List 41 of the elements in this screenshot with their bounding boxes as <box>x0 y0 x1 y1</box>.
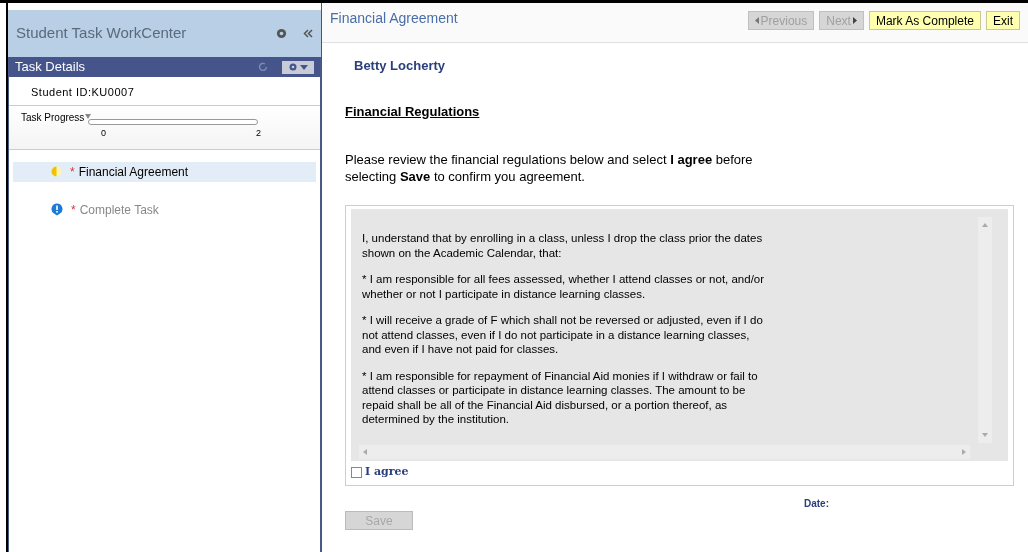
instructions-text: Please review the financial regulations below and select I agree before selecting Save to confirm you agreement. <box>345 151 754 185</box>
agreement-paragraph: I, understand that by enrolling in a class, unless I drop the class prior the dates shown on the Academic Calendar, that: <box>362 231 764 260</box>
agreement-paragraph: * I will receive a grade of F which shall not be reversed or adjusted, even if I do not attend classes, even if I do not participate in a distance learning classes, and even if I have not paid for classes. <box>362 313 764 357</box>
scroll-left-icon <box>363 449 367 455</box>
info-bubble-icon <box>51 203 63 216</box>
section-heading: Financial Regulations <box>345 102 480 121</box>
agree-checkbox[interactable] <box>351 466 362 478</box>
student-id: Student ID:KU0007 <box>31 86 135 98</box>
right-triangle-icon <box>852 17 857 24</box>
actions-menu-button[interactable] <box>282 60 314 74</box>
task-label: Financial Agreement <box>78 163 189 181</box>
progress-min: 0 <box>101 127 106 140</box>
section-title: Task Details <box>15 58 87 77</box>
left-triangle-icon <box>754 17 759 24</box>
page-title: Financial Agreement <box>330 9 459 28</box>
horizontal-scrollbar[interactable] <box>359 445 970 459</box>
gear-icon <box>288 63 297 71</box>
required-mark: * <box>70 163 75 181</box>
scroll-down-icon <box>982 433 988 437</box>
caret-icon <box>299 64 308 70</box>
required-mark: * <box>71 201 76 219</box>
sidebar-title: Student Task WorkCenter <box>16 23 188 44</box>
collapse-icon[interactable] <box>303 29 313 38</box>
action-button[interactable]: Mark As Complete <box>868 11 981 30</box>
agreement-paragraph: * I am responsible for all fees assessed, whether I attend classes or not, and/or whether or not I participate in distance learning classes. <box>362 272 766 301</box>
scroll-right-icon <box>962 449 966 455</box>
scroll-up-icon <box>982 223 988 227</box>
settings-icon[interactable] <box>276 28 287 39</box>
half-circle-icon <box>51 166 62 177</box>
refresh-icon[interactable] <box>258 62 268 72</box>
action-button[interactable]: Exit <box>986 11 1020 30</box>
agreement-paragraph: * I am responsible for repayment of Financial Aid monies if I withdraw or fail to attend classes or participate in distance learning classes. The amount to be repaid shall be all of the Financial Aid disbursed, or a portion thereof, as determined by the institution. <box>362 368 759 427</box>
task-item[interactable]: * Financial Agreement <box>13 161 316 182</box>
progress-label: Task Progress <box>21 111 85 125</box>
task-label: Complete Task <box>79 201 159 219</box>
student-name: Betty Locherty <box>353 57 447 75</box>
task-item[interactable]: * Complete Task <box>13 199 316 220</box>
vertical-scrollbar[interactable] <box>978 217 992 443</box>
agree-label: I agree <box>365 464 409 480</box>
date-label: Date: <box>804 496 829 511</box>
progress-max: 2 <box>256 127 261 140</box>
